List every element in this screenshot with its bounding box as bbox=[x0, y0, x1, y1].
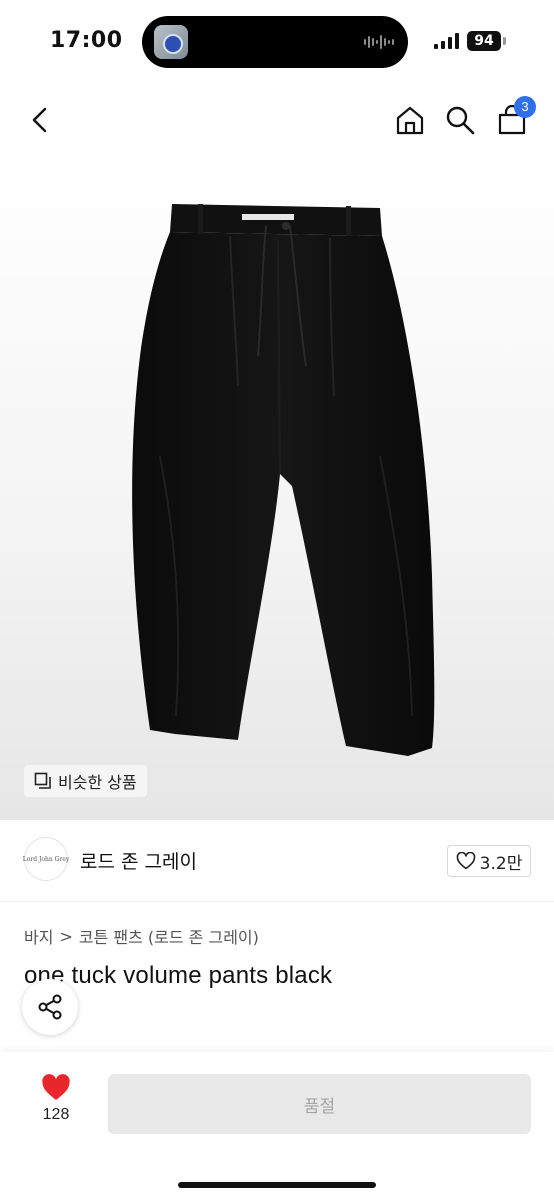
signal-icon bbox=[434, 33, 459, 49]
back-chevron-icon bbox=[32, 107, 47, 133]
bottom-action-bar: 128 품절 bbox=[0, 1052, 554, 1200]
battery-indicator: 94 bbox=[467, 31, 501, 51]
status-time: 17:00 bbox=[50, 28, 123, 53]
back-button[interactable] bbox=[20, 100, 60, 140]
dynamic-island[interactable] bbox=[142, 16, 408, 68]
battery-tip bbox=[503, 37, 506, 45]
breadcrumb-subcategory[interactable]: 코튼 팬츠 (로드 존 그레이) bbox=[79, 924, 259, 948]
breadcrumb-category[interactable]: 바지 bbox=[24, 924, 53, 948]
brand-row[interactable]: Lord John Grey 로드 존 그레이 3.2만 bbox=[0, 820, 554, 902]
heart-filled-icon bbox=[42, 1074, 70, 1100]
copy-icon bbox=[34, 772, 51, 789]
home-icon bbox=[396, 106, 424, 135]
search-button[interactable] bbox=[440, 100, 480, 140]
similar-products-button[interactable]: 비슷한 상품 bbox=[24, 765, 147, 797]
top-nav: 3 bbox=[0, 84, 554, 156]
brand-name[interactable]: 로드 존 그레이 bbox=[80, 847, 197, 874]
share-icon bbox=[38, 994, 62, 1020]
audio-wave-icon bbox=[364, 35, 394, 49]
wishlist-count: 128 bbox=[42, 1106, 70, 1123]
breadcrumb: 바지 > 코튼 팬츠 (로드 존 그레이) bbox=[24, 924, 259, 948]
cart-button[interactable]: 3 bbox=[492, 96, 536, 140]
brand-logo[interactable]: Lord John Grey bbox=[22, 837, 70, 881]
brand-like-count: 3.2만 bbox=[479, 853, 523, 874]
soldout-button[interactable]: 품절 bbox=[108, 1074, 531, 1134]
status-bar: 17:00 94 bbox=[0, 0, 554, 84]
product-title: one tuck volume pants black bbox=[24, 962, 333, 989]
product-image[interactable]: 비슷한 상품 bbox=[0, 156, 554, 820]
cart-count-badge: 3 bbox=[514, 96, 536, 118]
home-button[interactable] bbox=[390, 100, 430, 140]
home-indicator[interactable] bbox=[178, 1182, 376, 1188]
similar-products-label: 비슷한 상품 bbox=[58, 773, 137, 792]
breadcrumb-separator: > bbox=[59, 926, 73, 946]
soldout-label: 품절 bbox=[303, 1096, 336, 1117]
share-button[interactable] bbox=[22, 979, 78, 1035]
pants-photo bbox=[132, 204, 435, 756]
brand-like-button[interactable]: 3.2만 bbox=[447, 845, 531, 877]
search-icon bbox=[446, 106, 475, 135]
wishlist-button[interactable]: 128 bbox=[30, 1074, 82, 1132]
heart-outline-icon bbox=[456, 852, 475, 870]
brand-logo-text: Lord John Grey bbox=[22, 855, 70, 863]
island-thumbnail-icon bbox=[154, 25, 188, 59]
